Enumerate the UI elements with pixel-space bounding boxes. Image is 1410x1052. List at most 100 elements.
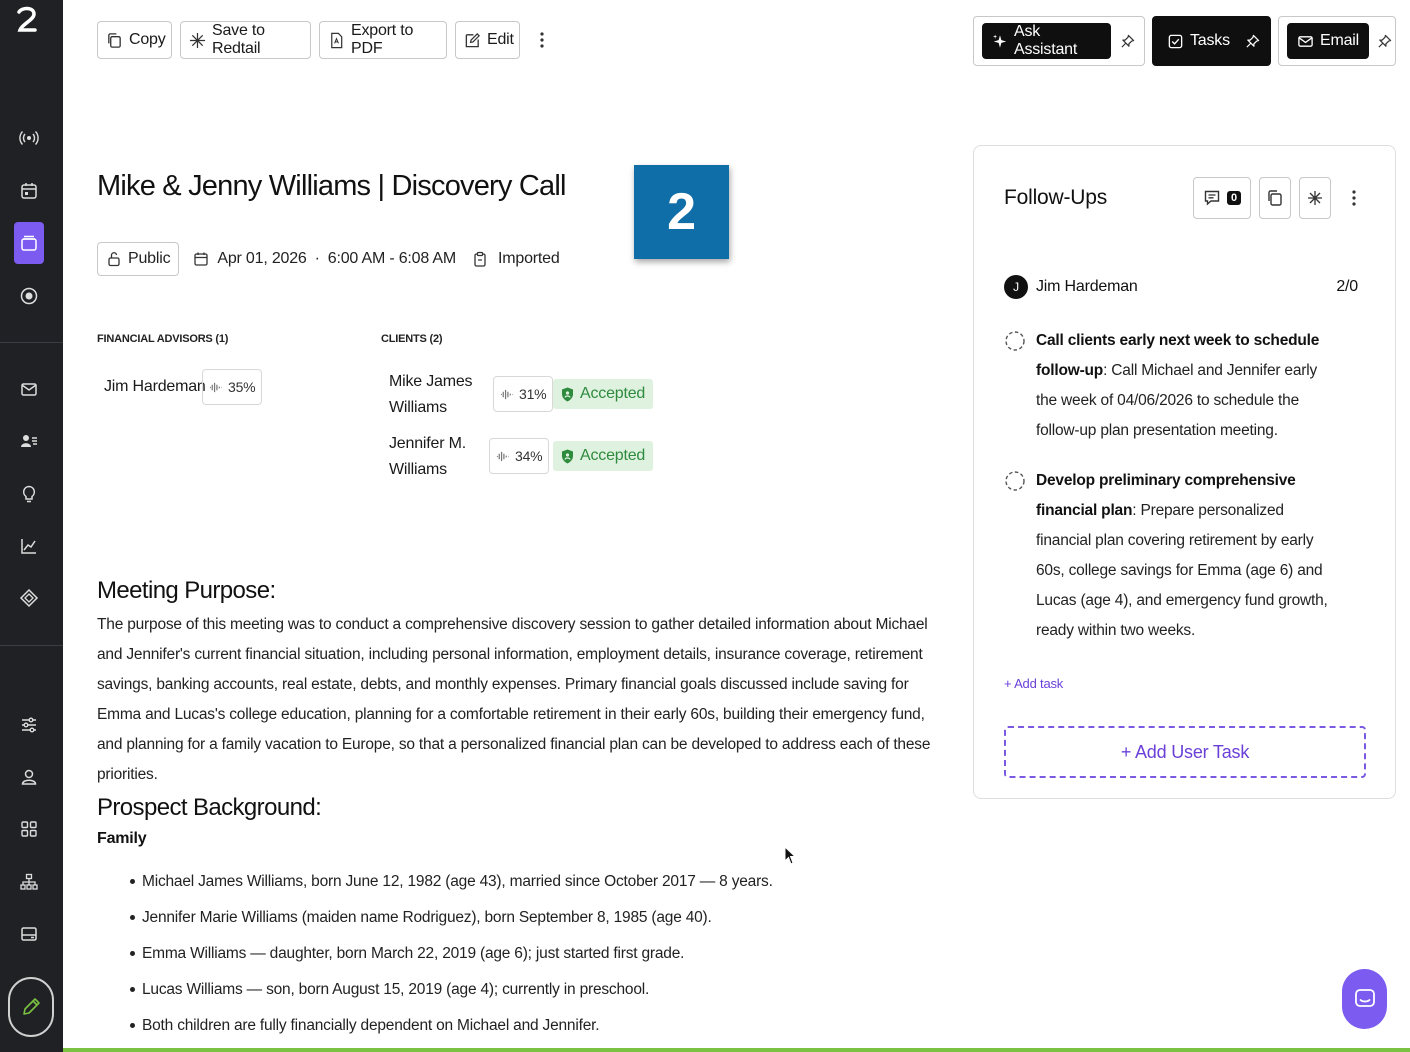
meetings-icon[interactable] (14, 222, 44, 264)
export-pdf-button[interactable]: Export to PDF (319, 21, 447, 59)
talk-time-pct: 34% (515, 448, 543, 464)
talk-time-badge: 34% (489, 438, 550, 474)
copy-tasks-button[interactable] (1259, 177, 1291, 219)
meeting-source: Imported (472, 250, 560, 268)
list-item: Both children are fully financially depe… (130, 1008, 773, 1044)
client-name-line: Mike James (389, 373, 473, 390)
ask-assistant-group: Ask Assistant (973, 16, 1145, 66)
edit-button[interactable]: Edit (455, 21, 520, 59)
shield-check-icon (562, 387, 573, 401)
add-user-task-button[interactable]: + Add User Task (1004, 726, 1366, 778)
mail-icon[interactable] (14, 374, 44, 404)
bottom-accent-bar (63, 1048, 1410, 1052)
task-text[interactable]: Call clients early next week to schedule… (1036, 326, 1334, 446)
status-badge: Accepted (553, 379, 654, 409)
save-to-redtail-button[interactable]: Save to Redtail (180, 21, 311, 59)
comments-button[interactable]: 0 (1193, 177, 1251, 219)
email-button[interactable]: Email (1287, 23, 1370, 59)
owner-task-count: 2/0 (1336, 278, 1358, 295)
meeting-time: 6:00 AM - 6:08 AM (327, 250, 456, 267)
broadcast-icon[interactable] (14, 123, 44, 153)
clipboard-icon (474, 251, 486, 267)
pencil-icon[interactable] (8, 977, 54, 1037)
calendar-icon (194, 252, 209, 266)
checklist-icon (1168, 34, 1183, 48)
mail-icon (1298, 35, 1313, 47)
email-label: Email (1320, 32, 1360, 49)
shield-check-icon (562, 449, 573, 463)
waveform-icon (209, 382, 222, 392)
sparkle-icon (1308, 191, 1322, 205)
visibility-button[interactable]: Public (97, 242, 180, 276)
edit-icon (465, 32, 480, 47)
pin-icon[interactable] (1119, 32, 1136, 50)
status-badge: Accepted (553, 441, 654, 471)
ask-assistant-button[interactable]: Ask Assistant (982, 23, 1112, 59)
org-chart-icon[interactable] (14, 867, 44, 897)
calendar-icon[interactable] (14, 176, 44, 206)
chat-support-button[interactable] (1342, 969, 1387, 1029)
client-name: Jennifer M. Williams (389, 431, 466, 483)
save-to-redtail-label: Save to Redtail (212, 22, 265, 57)
grid-icon[interactable] (14, 814, 44, 844)
prospect-background-heading: Prospect Background: (97, 794, 322, 821)
copy-icon (108, 32, 121, 48)
email-group: Email (1278, 16, 1396, 66)
talk-time-pct: 31% (519, 386, 547, 402)
app-logo[interactable] (12, 4, 42, 36)
date-time-separator: · (314, 250, 320, 267)
sidebar (0, 0, 63, 1052)
analytics-icon[interactable] (14, 531, 44, 561)
unlock-icon (108, 252, 120, 267)
visibility-label: Public (128, 250, 171, 267)
comment-count: 0 (1227, 191, 1241, 205)
meeting-purpose-heading: Meeting Purpose: (97, 577, 276, 604)
client-name-line: Williams (389, 399, 447, 416)
task-checkbox[interactable] (1004, 470, 1026, 492)
copy-icon (1268, 190, 1282, 206)
avatar: J (1004, 275, 1028, 299)
tasks-button[interactable]: Tasks (1161, 23, 1236, 59)
talk-time-pct: 35% (228, 379, 256, 395)
page-title: Mike & Jenny Williams | Discovery Call (97, 170, 566, 202)
pdf-icon (331, 32, 343, 48)
sliders-icon[interactable] (14, 710, 44, 740)
task-text[interactable]: Develop preliminary comprehensive financ… (1036, 466, 1334, 646)
copy-label: Copy (129, 31, 166, 48)
source-label: Imported (498, 250, 560, 267)
storage-icon[interactable] (14, 919, 44, 949)
task-checkbox[interactable] (1004, 330, 1026, 352)
user-icon[interactable] (14, 762, 44, 792)
panel-more-icon[interactable] (1350, 188, 1358, 213)
owner-name: Jim Hardeman (1036, 278, 1138, 295)
meeting-meta: Public Apr 01, 2026 · 6:00 AM - 6:08 AM … (97, 242, 560, 276)
sparkles-icon (992, 33, 1007, 48)
more-options-icon[interactable] (538, 30, 546, 54)
redtail-sync-button[interactable] (1299, 177, 1331, 219)
step-number-badge: 2 (634, 165, 729, 259)
integrations-icon[interactable] (14, 583, 44, 613)
sidebar-divider (0, 342, 63, 343)
client-name-line: Jennifer M. (389, 435, 466, 452)
add-task-link[interactable]: + Add task (1004, 676, 1063, 691)
waveform-icon (500, 389, 513, 399)
sparkle-icon (189, 32, 206, 48)
contacts-icon[interactable] (14, 426, 44, 456)
comment-icon (1204, 190, 1220, 206)
list-item: Lucas Williams — son, born August 15, 20… (130, 972, 773, 1008)
mouse-cursor-icon (784, 846, 796, 865)
copy-button[interactable]: Copy (97, 21, 172, 59)
family-list: Michael James Williams, born June 12, 19… (130, 864, 773, 1044)
edit-label: Edit (487, 31, 514, 48)
pin-icon[interactable] (1244, 32, 1262, 50)
follow-ups-panel: Follow-Ups 0 J Jim Hardeman 2/0 Call cli… (973, 145, 1396, 799)
record-icon[interactable] (14, 281, 44, 311)
advisor-name: Jim Hardeman (104, 378, 206, 395)
status-label: Accepted (580, 447, 646, 464)
task-item: Develop preliminary comprehensive financ… (1004, 466, 1334, 646)
client-name: Mike James Williams (389, 369, 473, 421)
list-item: Emma Williams — daughter, born March 22,… (130, 936, 773, 972)
pin-icon[interactable] (1377, 32, 1392, 50)
lightbulb-icon[interactable] (14, 479, 44, 509)
chat-icon (1354, 989, 1375, 1007)
